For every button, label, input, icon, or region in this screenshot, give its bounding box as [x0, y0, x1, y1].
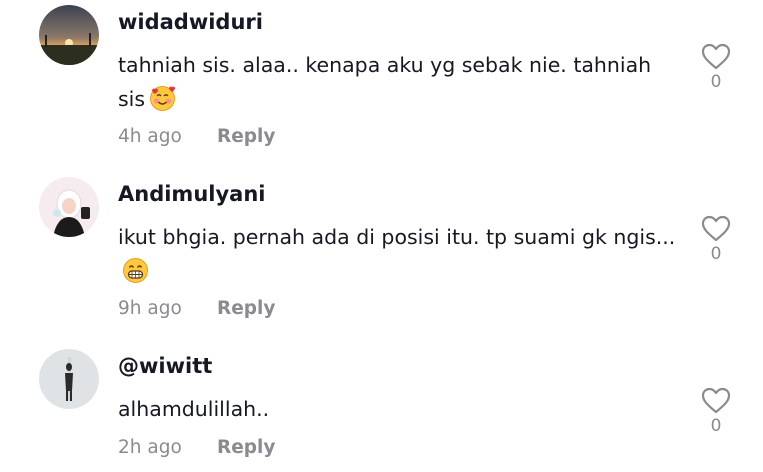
- comment-meta: 2h ago Reply: [118, 437, 275, 458]
- comment-meta: 9h ago Reply: [118, 298, 275, 319]
- like-control: 0: [698, 43, 734, 92]
- comment-timestamp: 4h ago: [118, 126, 182, 147]
- standing-figure-avatar-icon: [39, 349, 99, 409]
- comment-username[interactable]: @wiwitt: [118, 354, 212, 378]
- cartoon-girl-avatar-icon: [39, 177, 99, 237]
- comment-text-content: alhamdulillah..: [118, 397, 270, 421]
- comment-text-content: tahniah sis. alaa.. kenapa aku yg sebak …: [118, 53, 652, 111]
- avatar[interactable]: [39, 177, 99, 237]
- comment-text: ikut bhgia. pernah ada di posisi itu. tp…: [118, 220, 678, 288]
- like-control: 0: [698, 215, 734, 264]
- comment-username[interactable]: Andimulyani: [118, 182, 265, 206]
- comment-text-content: ikut bhgia. pernah ada di posisi itu. tp…: [118, 225, 676, 249]
- avatar[interactable]: [39, 349, 99, 409]
- comment-meta: 4h ago Reply: [118, 126, 275, 147]
- heart-icon[interactable]: [701, 387, 731, 414]
- grinning-face-icon: [122, 257, 149, 284]
- reply-button[interactable]: Reply: [217, 126, 275, 147]
- comment-timestamp: 9h ago: [118, 298, 182, 319]
- heart-icon[interactable]: [701, 43, 731, 70]
- reply-button[interactable]: Reply: [217, 437, 275, 458]
- like-count: 0: [710, 416, 722, 436]
- like-count: 0: [710, 244, 722, 264]
- heart-icon[interactable]: [701, 215, 731, 242]
- comment-text: alhamdulillah..: [118, 392, 678, 426]
- avatar[interactable]: [39, 5, 99, 65]
- like-control: 0: [698, 387, 734, 436]
- comment-text: tahniah sis. alaa.. kenapa aku yg sebak …: [118, 48, 678, 116]
- comment-timestamp: 2h ago: [118, 437, 182, 458]
- like-count: 0: [710, 72, 722, 92]
- smiling-face-with-hearts-icon: [149, 85, 176, 112]
- sunset-avatar-icon: [39, 5, 99, 65]
- comment-username[interactable]: widadwiduri: [118, 10, 263, 34]
- reply-button[interactable]: Reply: [217, 298, 275, 319]
